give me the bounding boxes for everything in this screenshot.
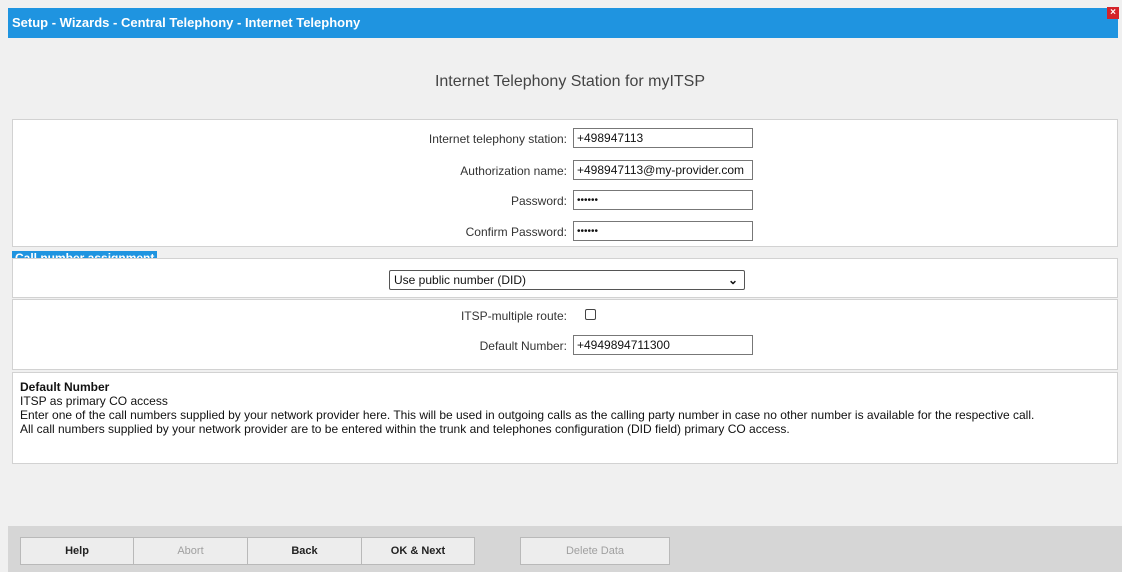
page-title: Internet Telephony Station for myITSP (434, 73, 706, 90)
info-line-did: All call numbers supplied by your networ… (20, 422, 790, 436)
call-number-select-value: Use public number (DID) (394, 273, 527, 287)
confirm-password-input[interactable] (573, 221, 753, 241)
multiple-route-row: ITSP-multiple route: (13, 305, 1117, 327)
default-number-input[interactable] (573, 335, 753, 355)
password-row: Password: (13, 190, 1117, 212)
info-text-block: Default Number ITSP as primary CO access… (20, 380, 1112, 436)
delete-data-button[interactable]: Delete Data (520, 537, 670, 565)
default-number-label: Default Number: (479, 339, 567, 353)
window-title: Setup - Wizards - Central Telephony - In… (12, 15, 361, 30)
password-input[interactable] (573, 190, 753, 210)
call-number-select[interactable]: Use public number (DID) ⌄ (389, 270, 745, 290)
abort-button[interactable]: Abort (133, 537, 248, 565)
window-titlebar: Setup - Wizards - Central Telephony - In… (8, 7, 1119, 38)
info-title: Default Number (20, 380, 110, 394)
confirm-password-label: Confirm Password: (465, 225, 567, 239)
station-input[interactable] (573, 128, 753, 148)
auth-label: Authorization name: (460, 164, 567, 178)
confirm-password-row: Confirm Password: (13, 221, 1117, 243)
back-button[interactable]: Back (247, 537, 362, 565)
station-row: Internet telephony station: (13, 128, 1117, 150)
authorization-name-input[interactable] (573, 160, 753, 180)
multiple-route-label: ITSP-multiple route: (460, 309, 567, 323)
info-line-description: Enter one of the call numbers supplied b… (20, 408, 1035, 422)
station-panel: Internet telephony station: Authorizatio… (12, 119, 1118, 247)
multiple-route-checkbox[interactable] (585, 309, 596, 320)
close-icon[interactable]: × (1107, 7, 1119, 19)
auth-row: Authorization name: (13, 160, 1117, 182)
password-label: Password: (510, 194, 567, 208)
help-button[interactable]: Help (20, 537, 134, 565)
ok-next-button[interactable]: OK & Next (361, 537, 475, 565)
chevron-down-icon: ⌄ (727, 273, 738, 287)
station-label: Internet telephony station: (428, 132, 567, 146)
default-number-row: Default Number: (13, 335, 1117, 357)
route-panel: ITSP-multiple route: Default Number: (12, 299, 1118, 370)
footer-bar: Help Abort Back OK & Next Delete Data (8, 526, 1122, 572)
info-line-primary-co: ITSP as primary CO access (20, 394, 168, 408)
